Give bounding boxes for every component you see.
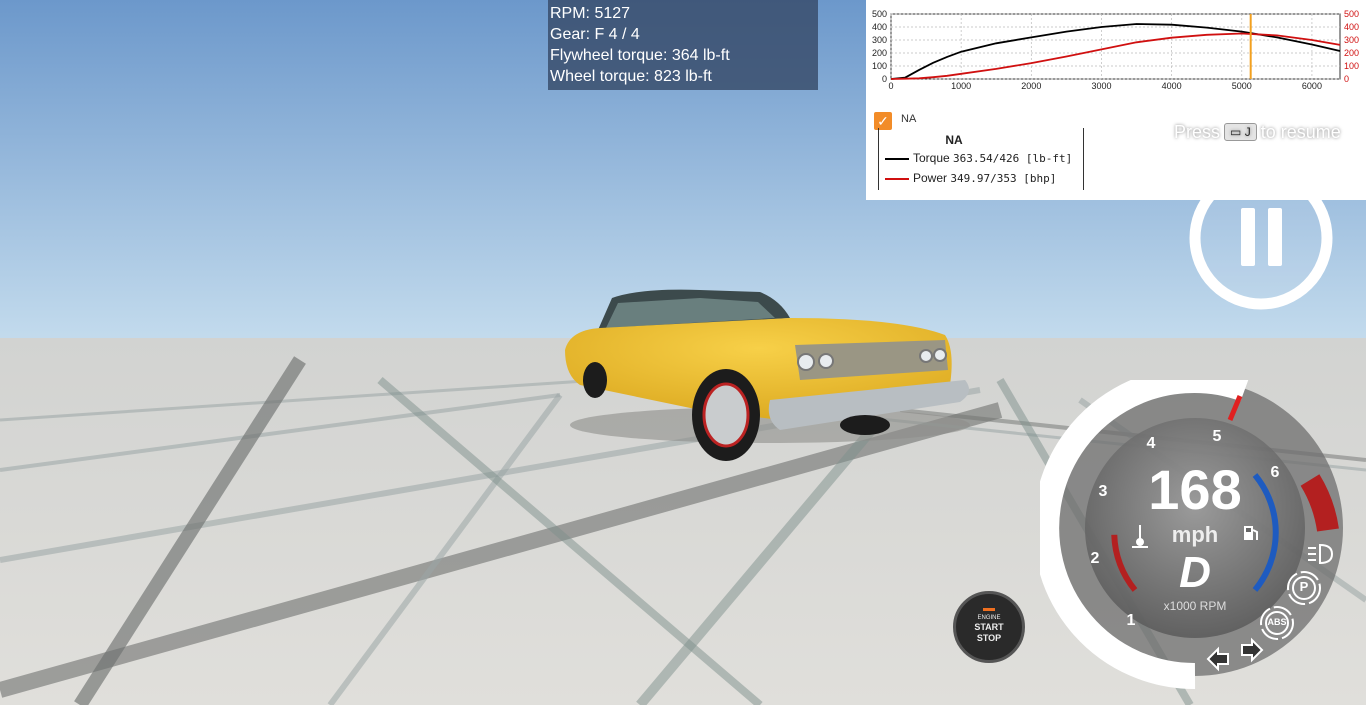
speed-unit: mph <box>1171 522 1219 547</box>
engine-button-stop: STOP <box>976 633 1002 643</box>
legend-row-torque: Torque 363.54/426 [lb-ft] <box>885 150 1072 166</box>
y-left-tick-label: 300 <box>872 35 887 45</box>
resume-suffix: to resume <box>1260 122 1341 142</box>
x-tick-label: 1000 <box>951 81 971 91</box>
rpm-readout: RPM: 5127 <box>550 5 631 22</box>
x-tick-label: 2000 <box>1021 81 1041 91</box>
pause-button[interactable] <box>1186 163 1336 313</box>
gear-indicator: D <box>1179 548 1211 597</box>
rpm-tick-label: 1 <box>1126 612 1136 629</box>
y-left-tick-label: 500 <box>872 9 887 19</box>
torque-power-chart: 500 500400 400300 300200 200100 1000 00 1000 200… <box>872 9 1359 91</box>
car-front-right-wheel <box>840 415 890 435</box>
y-left-tick-label: 0 <box>882 74 887 84</box>
rpm-tick-label: 3 <box>1098 483 1108 500</box>
y-right-tick-label: 400 <box>1344 22 1359 32</box>
car-headlight <box>919 349 933 363</box>
engine-button-label: ENGINE <box>977 615 1001 621</box>
parking-label: P <box>1299 579 1309 594</box>
rpm-tick-label: 2 <box>1090 550 1100 567</box>
car-front-hub <box>702 382 750 448</box>
car-headlight <box>818 353 834 369</box>
engine-indicator-light <box>983 608 995 611</box>
y-right-tick-label: 100 <box>1344 61 1359 71</box>
torque-value: 363.54/426 [lb-ft] <box>953 152 1073 165</box>
resume-prefix: Press <box>1174 122 1221 142</box>
x-tick-label: 4000 <box>1162 81 1182 91</box>
legend-title: NA <box>945 133 963 147</box>
x-tick-label: 0 <box>888 81 893 91</box>
rpm-tick-label: 5 <box>1212 428 1222 445</box>
graph-legend: NA Torque 363.54/426 [lb-ft] Power 349.9… <box>878 128 1084 190</box>
resume-prompt: Press ▭ Jto resume <box>1174 122 1341 143</box>
y-left-tick-label: 400 <box>872 22 887 32</box>
dashboard-gauge: 168 mph D x1000 RPM 1 2 3 4 5 6 P ABS <box>1033 367 1366 705</box>
car-headlight <box>933 348 947 362</box>
y-right-tick-label: 200 <box>1344 48 1359 58</box>
telemetry-panel: RPM: 5127 Gear: F 4 / 4 Flywheel torque:… <box>548 0 818 90</box>
rpm-unit-label: x1000 RPM <box>1163 599 1227 613</box>
rpm-tick-label: 6 <box>1270 464 1280 481</box>
wheel-torque-readout: Wheel torque: 823 lb-ft <box>550 68 712 85</box>
pause-icon <box>1241 208 1255 266</box>
car-headlight <box>797 353 815 371</box>
abs-label: ABS <box>1267 617 1287 627</box>
engine-button-start: START <box>974 622 1004 632</box>
rpm-tick-label: 4 <box>1146 435 1156 452</box>
engine-start-stop-button[interactable]: ENGINE START STOP <box>953 591 1025 663</box>
y-right-tick-label: 300 <box>1344 35 1359 45</box>
keyboard-key-icon: ▭ J <box>1224 123 1257 141</box>
gear-readout: Gear: F 4 / 4 <box>550 26 640 43</box>
torque-label: Torque <box>913 151 950 165</box>
torque-swatch <box>885 157 909 160</box>
y-left-tick-label: 200 <box>872 48 887 58</box>
pause-icon <box>1268 208 1282 266</box>
flywheel-torque-readout: Flywheel torque: 364 lb-ft <box>550 47 730 64</box>
x-tick-label: 3000 <box>1091 81 1111 91</box>
y-left-tick-label: 100 <box>872 61 887 71</box>
y-right-tick-label: 500 <box>1344 9 1359 19</box>
na-checkbox-label: NA <box>901 113 917 125</box>
power-value: 349.97/353 [bhp] <box>950 172 1057 185</box>
speed-value: 168 <box>1148 458 1242 521</box>
y-right-tick-label: 0 <box>1344 74 1349 84</box>
legend-row-power: Power 349.97/353 [bhp] <box>885 170 1056 186</box>
power-swatch <box>885 177 909 180</box>
car-rear-wheel <box>583 362 607 398</box>
x-tick-label: 5000 <box>1232 81 1252 91</box>
power-label: Power <box>913 171 948 185</box>
x-tick-label: 6000 <box>1302 81 1322 91</box>
